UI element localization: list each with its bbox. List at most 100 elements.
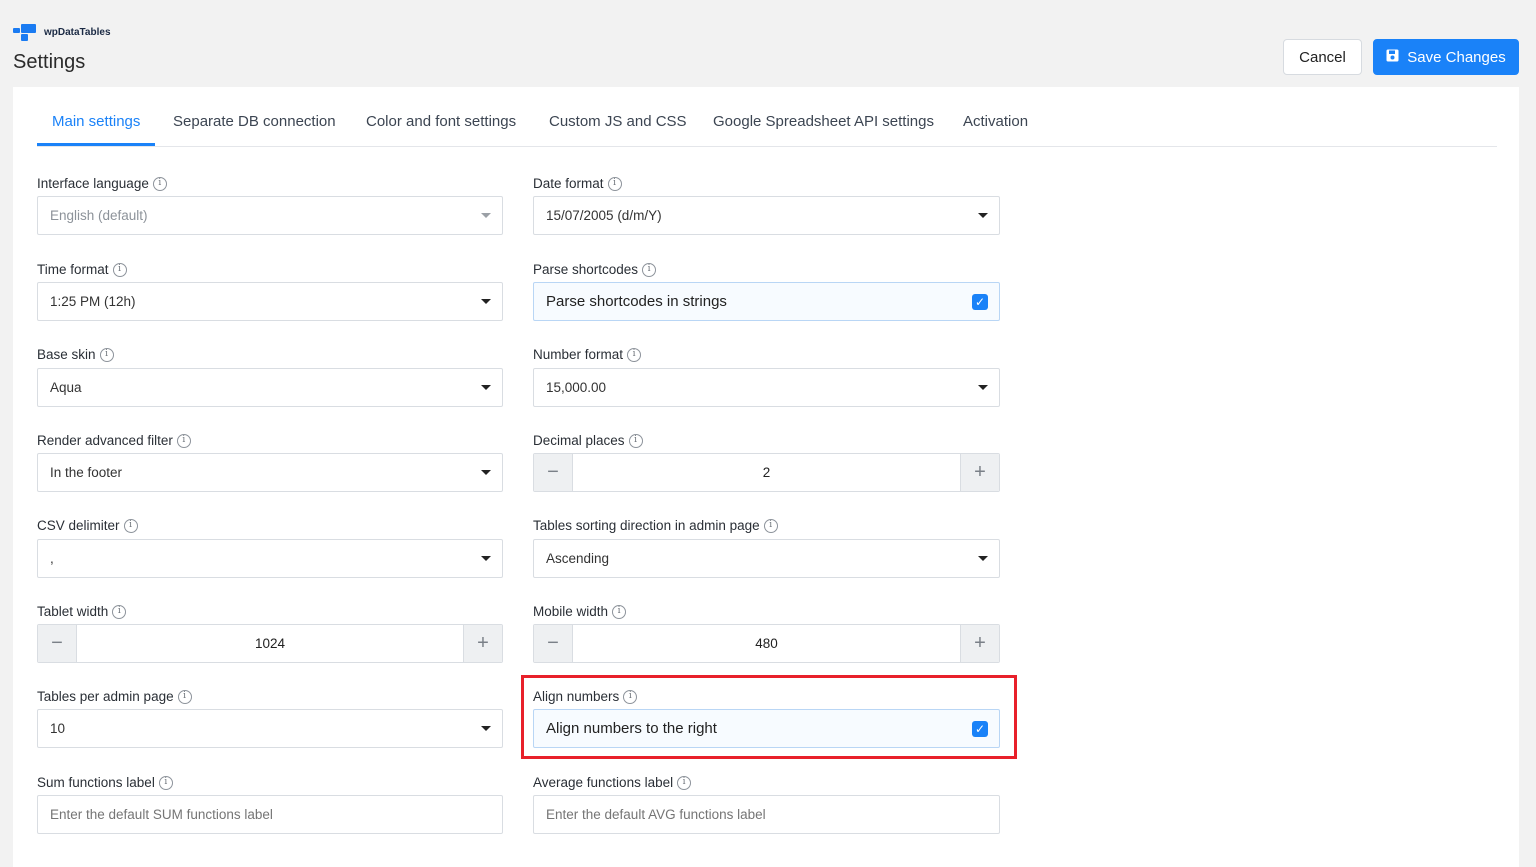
info-icon[interactable]: i: [99, 347, 114, 362]
info-icon[interactable]: i: [628, 433, 643, 448]
checkmark-icon[interactable]: ✓: [972, 720, 988, 737]
chevron-down-icon: [481, 556, 491, 561]
interface-language-label: Interface language i: [37, 176, 167, 191]
date-format-label: Date format i: [533, 176, 622, 191]
increment-button[interactable]: +: [960, 454, 999, 491]
settings-panel: Main settings Separate DB connection Col…: [13, 87, 1519, 867]
time-format-label: Time format i: [37, 262, 127, 277]
sum-functions-label: Sum functions label i: [37, 775, 173, 790]
sum-functions-label-text: Sum functions label: [37, 775, 155, 790]
brand: wpDataTables: [13, 24, 111, 41]
info-icon[interactable]: i: [176, 433, 191, 448]
info-icon[interactable]: i: [112, 262, 127, 277]
chevron-down-icon: [481, 726, 491, 731]
info-icon[interactable]: i: [112, 604, 127, 619]
info-icon[interactable]: i: [158, 775, 173, 790]
base-skin-select[interactable]: Aqua: [37, 368, 503, 407]
info-icon[interactable]: i: [607, 176, 622, 191]
brand-name: wpDataTables: [44, 27, 111, 38]
render-advanced-filter-select[interactable]: In the footer: [37, 453, 503, 492]
interface-language-value: English (default): [50, 208, 148, 223]
decrement-button[interactable]: −: [534, 454, 573, 491]
date-format-select[interactable]: 15/07/2005 (d/m/Y): [533, 196, 1000, 235]
number-format-select[interactable]: 15,000.00: [533, 368, 1000, 407]
info-icon[interactable]: i: [612, 604, 627, 619]
checkmark-icon[interactable]: ✓: [972, 293, 988, 310]
tab-activation[interactable]: Activation: [963, 113, 1028, 130]
chevron-down-icon: [978, 213, 988, 218]
csv-delimiter-select[interactable]: ,: [37, 539, 503, 578]
info-icon[interactable]: i: [642, 262, 657, 277]
chevron-down-icon: [481, 470, 491, 475]
base-skin-value: Aqua: [50, 380, 82, 395]
cancel-button[interactable]: Cancel: [1283, 39, 1362, 75]
tablet-width-label-text: Tablet width: [37, 604, 109, 619]
align-numbers-label: Align numbers i: [533, 689, 638, 704]
save-button-label: Save Changes: [1407, 48, 1506, 66]
date-format-value: 15/07/2005 (d/m/Y): [546, 208, 662, 223]
mobile-width-label: Mobile width i: [533, 604, 627, 619]
time-format-select[interactable]: 1:25 PM (12h): [37, 282, 503, 321]
info-icon[interactable]: i: [177, 689, 192, 704]
info-icon[interactable]: i: [627, 347, 642, 362]
render-advanced-filter-value: In the footer: [50, 465, 123, 480]
tables-per-page-label-text: Tables per admin page: [37, 689, 174, 704]
interface-language-label-text: Interface language: [37, 176, 149, 191]
tab-custom-js-and-css[interactable]: Custom JS and CSS: [549, 113, 687, 130]
tables-per-page-value: 10: [50, 721, 66, 736]
tab-main-settings[interactable]: Main settings: [52, 113, 140, 130]
mobile-width-stepper: − 480 +: [533, 624, 1000, 663]
chevron-down-icon: [481, 299, 491, 304]
mobile-width-input[interactable]: 480: [573, 636, 960, 651]
info-icon[interactable]: i: [623, 689, 638, 704]
tables-sorting-select[interactable]: Ascending: [533, 539, 1000, 578]
tables-per-page-select[interactable]: 10: [37, 709, 503, 748]
info-icon[interactable]: i: [123, 518, 138, 533]
number-format-value: 15,000.00: [546, 380, 607, 395]
chevron-down-icon: [978, 556, 988, 561]
mobile-width-label-text: Mobile width: [533, 604, 609, 619]
tablet-width-label: Tablet width i: [37, 604, 127, 619]
chevron-down-icon: [481, 385, 491, 390]
info-icon[interactable]: i: [152, 176, 167, 191]
tables-per-page-label: Tables per admin page i: [37, 689, 192, 704]
increment-button[interactable]: +: [960, 625, 999, 662]
info-icon[interactable]: i: [677, 775, 692, 790]
info-icon[interactable]: i: [763, 518, 778, 533]
interface-language-select[interactable]: English (default): [37, 196, 503, 235]
tab-separate-db-connection[interactable]: Separate DB connection: [173, 113, 336, 130]
parse-shortcodes-option: Parse shortcodes in strings: [546, 293, 727, 310]
tab-google-spreadsheet-api-settings[interactable]: Google Spreadsheet API settings: [713, 113, 934, 130]
average-functions-label-input[interactable]: [533, 795, 1000, 834]
parse-shortcodes-label: Parse shortcodes i: [533, 262, 657, 277]
average-functions-label: Average functions label i: [533, 775, 692, 790]
tablet-width-stepper: − 1024 +: [37, 624, 503, 663]
increment-button[interactable]: +: [463, 625, 502, 662]
base-skin-label: Base skin i: [37, 347, 114, 362]
decrement-button[interactable]: −: [38, 625, 77, 662]
number-format-label: Number format i: [533, 347, 642, 362]
wpdatatables-logo-icon: [13, 24, 36, 41]
tab-color-and-font-settings[interactable]: Color and font settings: [366, 113, 516, 130]
sum-functions-label-input[interactable]: [37, 795, 503, 834]
parse-shortcodes-label-text: Parse shortcodes: [533, 262, 639, 277]
decimal-places-label: Decimal places i: [533, 433, 643, 448]
csv-delimiter-label-text: CSV delimiter: [37, 518, 120, 533]
save-icon: [1386, 49, 1399, 66]
tablet-width-input[interactable]: 1024: [77, 636, 463, 651]
save-changes-button[interactable]: Save Changes: [1373, 39, 1519, 75]
chevron-down-icon: [481, 213, 491, 218]
parse-shortcodes-checkbox[interactable]: Parse shortcodes in strings ✓: [533, 282, 1000, 321]
decrement-button[interactable]: −: [534, 625, 573, 662]
page-title: Settings: [13, 51, 86, 73]
date-format-label-text: Date format: [533, 176, 604, 191]
align-numbers-checkbox[interactable]: Align numbers to the right ✓: [533, 709, 1000, 748]
base-skin-label-text: Base skin: [37, 347, 96, 362]
render-advanced-filter-label: Render advanced filter i: [37, 433, 191, 448]
settings-tabs: Main settings Separate DB connection Col…: [37, 87, 1497, 147]
time-format-value: 1:25 PM (12h): [50, 294, 136, 309]
decimal-places-input[interactable]: 2: [573, 465, 960, 480]
decimal-places-stepper: − 2 +: [533, 453, 1000, 492]
number-format-label-text: Number format: [533, 347, 624, 362]
tables-sorting-label-text: Tables sorting direction in admin page: [533, 518, 760, 533]
